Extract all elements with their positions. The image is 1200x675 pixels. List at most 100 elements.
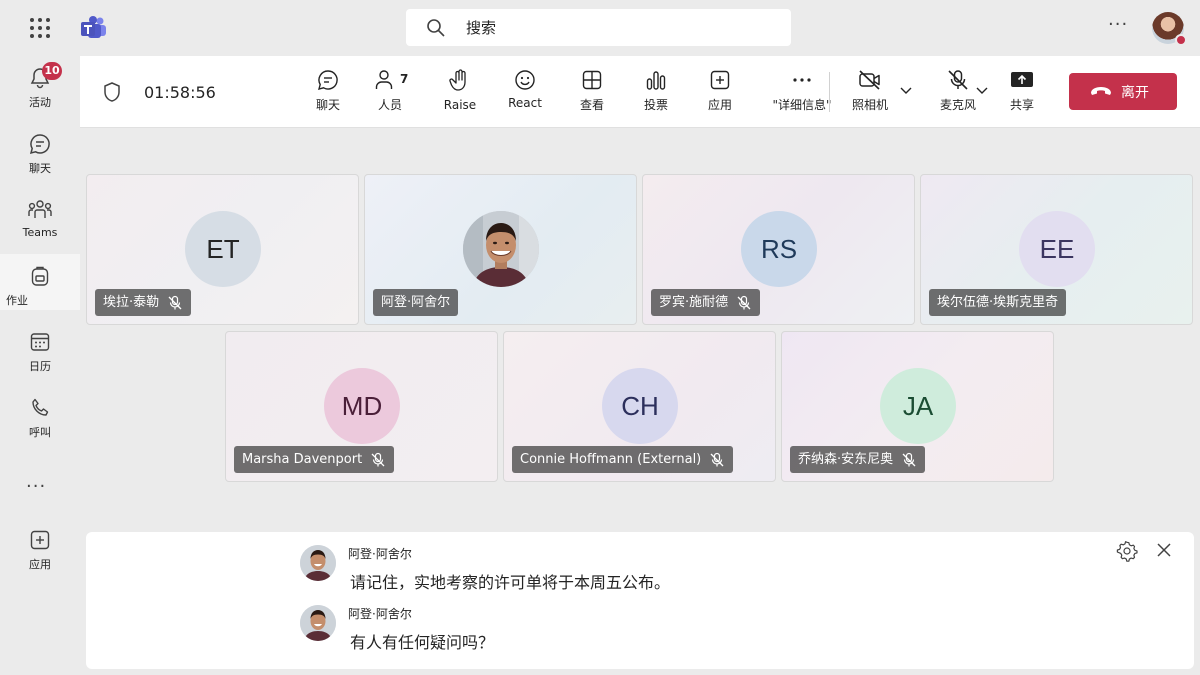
camera-options-chevron-icon[interactable] [899, 86, 913, 96]
rail-item-label: 日历 [29, 360, 51, 373]
mic-off-icon [710, 452, 724, 467]
mic-off-icon [737, 295, 751, 310]
participant-tile[interactable]: CH Connie Hoffmann (External) [503, 331, 776, 482]
toolbar-label: "详细信息" [772, 98, 832, 112]
view-button[interactable]: 查看 [574, 68, 610, 118]
apps-icon [710, 70, 730, 90]
mic-off-icon [371, 452, 385, 467]
participant-name-tag: 埃拉·泰勒 [95, 289, 192, 316]
user-avatar[interactable] [1152, 12, 1187, 46]
rail-item-label: Teams [22, 226, 58, 239]
participant-name: Marsha Davenport [242, 452, 363, 467]
hang-up-icon [1091, 87, 1111, 95]
participant-name-tag: 埃尔伍德·埃斯克里奇 [929, 289, 1067, 316]
poll-icon [646, 71, 666, 90]
participant-name-tag: Marsha Davenport [234, 446, 395, 473]
meeting-stage: ET 埃拉·泰勒 阿登·阿舍尔 RS 罗宾·施耐德 EE 埃尔伍德·埃斯克里奇 … [80, 128, 1200, 528]
live-captions-panel: 阿登·阿舍尔 请记住，实地考察的许可单将于本周五公布。 阿登·阿舍尔 有人有任何… [86, 532, 1194, 669]
mic-options-chevron-icon[interactable] [975, 86, 989, 96]
activity-badge: 10 [42, 62, 62, 80]
participant-name: 阿登·阿舍尔 [381, 295, 451, 310]
chat-icon [318, 70, 338, 90]
participant-name: Connie Hoffmann (External) [520, 452, 702, 467]
rail-item-calendar[interactable]: 日历 [0, 320, 80, 380]
view-icon [582, 70, 602, 90]
meeting-toolbar: 01:58:56 聊天 7 人员 Raise React 查看 投票 应用 "详… [80, 56, 1200, 128]
participant-tile[interactable]: EE 埃尔伍德·埃斯克里奇 [920, 174, 1193, 325]
toolbar-label: 麦克风 [939, 98, 976, 112]
participant-name: 埃拉·泰勒 [103, 295, 160, 310]
raise-hand-button[interactable]: Raise [442, 68, 478, 118]
toolbar-label: 聊天 [315, 98, 340, 112]
rail-item-label: 作业 [6, 294, 28, 307]
more-apps-icon[interactable]: ··· [26, 476, 46, 497]
caption-speaker: 阿登·阿舍尔 [348, 607, 412, 621]
avatar-initials: RS [741, 211, 817, 287]
search-placeholder: 搜索 [466, 19, 497, 37]
participant-name-tag: 乔纳森·安东尼奥 [790, 446, 926, 473]
participant-name-tag: 罗宾·施耐德 [651, 289, 761, 316]
participant-tile[interactable]: MD Marsha Davenport [225, 331, 498, 482]
chat-button[interactable]: 聊天 [310, 68, 346, 118]
rail-item-label: 聊天 [29, 162, 51, 175]
backpack-icon [31, 266, 49, 286]
participant-name: 乔纳森·安东尼奥 [798, 452, 894, 467]
share-icon [1011, 72, 1033, 87]
top-bar: 搜索 ··· [0, 0, 1200, 56]
speaker-avatar [300, 545, 336, 581]
rail-item-teams[interactable]: Teams [0, 188, 80, 248]
teams-logo-icon [80, 14, 108, 42]
meeting-timer: 01:58:56 [144, 83, 216, 102]
app-bar: 10 活动 聊天 Teams 作业 日历 呼叫 ··· 应用 [0, 56, 80, 675]
search-box[interactable]: 搜索 [406, 9, 791, 46]
participant-tile[interactable]: JA 乔纳森·安东尼奥 [781, 331, 1054, 482]
participant-name: 埃尔伍德·埃斯克里奇 [937, 295, 1059, 310]
caption-speaker: 阿登·阿舍尔 [348, 547, 412, 561]
rail-item-label: 活动 [29, 96, 51, 109]
participant-tile[interactable]: ET 埃拉·泰勒 [86, 174, 359, 325]
rail-item-label: 应用 [29, 558, 51, 571]
caption-settings-gear-icon[interactable] [1116, 540, 1138, 562]
avatar-initials: CH [602, 368, 678, 444]
camera-button[interactable]: 照相机 [848, 68, 892, 118]
avatar-initials: ET [185, 211, 261, 287]
mic-off-icon [902, 452, 916, 467]
shield-icon[interactable] [102, 81, 122, 103]
participant-name-tag: Connie Hoffmann (External) [512, 446, 734, 473]
rail-item-assignments[interactable]: 作业 [0, 254, 80, 310]
participant-tile[interactable]: 阿登·阿舍尔 [364, 174, 637, 325]
more-actions-button[interactable]: "详细信息" [768, 68, 836, 118]
people-count: 7 [400, 72, 409, 86]
phone-icon [32, 398, 49, 416]
people-icon [375, 70, 393, 89]
teams-icon [28, 200, 52, 218]
poll-button[interactable]: 投票 [638, 68, 674, 118]
people-button[interactable]: 7 人员 [370, 68, 410, 118]
rail-item-calls[interactable]: 呼叫 [0, 386, 80, 446]
rail-item-chat[interactable]: 聊天 [0, 122, 80, 182]
toolbar-divider [829, 72, 830, 112]
react-button[interactable]: React [506, 68, 544, 118]
close-captions-icon[interactable] [1154, 540, 1174, 560]
avatar-initials: EE [1019, 211, 1095, 287]
status-busy-icon [1175, 34, 1187, 46]
caption-text: 有人有任何疑问吗？ [350, 633, 495, 652]
toolbar-label: Raise [443, 98, 477, 112]
toolbar-label: 应用 [707, 98, 732, 112]
participant-tile[interactable]: RS 罗宾·施耐德 [642, 174, 915, 325]
calendar-icon [30, 333, 50, 351]
app-launcher-icon[interactable] [28, 16, 52, 40]
leave-button[interactable]: 离开 [1069, 73, 1177, 110]
add-apps-icon [30, 530, 50, 550]
mic-off-icon [948, 70, 968, 90]
share-button[interactable]: 共享 [1004, 68, 1040, 118]
rail-item-activity[interactable]: 10 活动 [0, 56, 80, 116]
toolbar-label: 投票 [643, 98, 668, 112]
camera-off-icon [859, 70, 880, 90]
avatar-initials: MD [324, 368, 400, 444]
rail-item-apps[interactable]: 应用 [0, 518, 80, 578]
more-options-icon[interactable]: ··· [1108, 14, 1128, 35]
apps-button[interactable]: 应用 [702, 68, 738, 118]
toolbar-label: 查看 [579, 98, 604, 112]
participant-name: 罗宾·施耐德 [659, 295, 729, 310]
